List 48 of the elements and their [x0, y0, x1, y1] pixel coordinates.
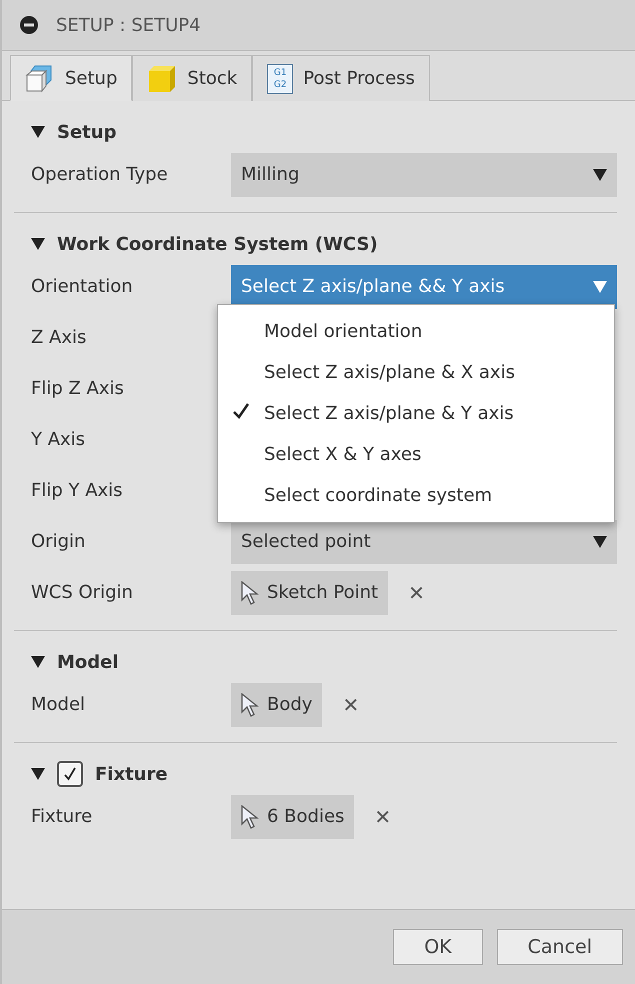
tab[interactable]: Stock — [132, 55, 252, 101]
collapse-icon[interactable] — [20, 16, 38, 34]
section-title: Work Coordinate System (WCS) — [57, 234, 378, 254]
close-icon[interactable]: ✕ — [342, 692, 360, 716]
gcode-icon: G1 G2 — [267, 64, 294, 94]
cursor-icon — [241, 804, 259, 828]
selection-field[interactable]: Sketch Point — [231, 570, 388, 614]
menu-item[interactable]: Select X & Y axes — [218, 434, 614, 475]
field-label: Flip Z Axis — [31, 378, 125, 399]
close-icon[interactable]: ✕ — [408, 580, 425, 604]
checkbox[interactable] — [57, 761, 83, 787]
dropdown[interactable]: Milling — [231, 152, 617, 196]
section-title: Fixture — [95, 764, 168, 784]
dropdown[interactable]: Select Z axis/plane && Y axis — [231, 264, 617, 308]
field-label: Flip Y Axis — [31, 480, 124, 501]
field-label: Z Axis — [31, 327, 88, 348]
menu-item[interactable]: Select Z axis/plane & Y axis — [218, 393, 614, 434]
section-title: Setup — [57, 122, 116, 142]
collapse-triangle-icon[interactable] — [31, 768, 45, 780]
field-label: Model — [31, 694, 86, 715]
field-label: Origin — [31, 531, 86, 552]
dropdown[interactable]: Selected point — [231, 520, 617, 564]
collapse-triangle-icon[interactable] — [31, 238, 45, 250]
field-label: Y Axis — [31, 429, 86, 450]
ok-button[interactable]: OK — [393, 929, 483, 965]
cancel-button[interactable]: Cancel — [496, 929, 623, 965]
tab[interactable]: Setup — [10, 55, 132, 101]
field-label: Fixture — [31, 806, 94, 827]
checkmark-icon — [63, 767, 77, 781]
close-icon[interactable]: ✕ — [374, 804, 392, 828]
collapse-triangle-icon[interactable] — [31, 126, 45, 138]
selection-field[interactable]: Body — [231, 682, 322, 726]
menu-item[interactable]: Model orientation — [218, 311, 614, 352]
cursor-icon — [241, 692, 259, 716]
window-title: SETUP : SETUP4 — [56, 14, 201, 36]
tab[interactable]: G1 G2 Post Process — [252, 55, 430, 101]
cube-icon — [147, 64, 178, 94]
selection-field[interactable]: 6 Bodies — [231, 794, 354, 838]
dropdown-arrow-icon[interactable] — [593, 168, 607, 180]
section-title: Model — [57, 652, 119, 672]
dropdown-arrow-icon[interactable] — [593, 536, 607, 548]
collapse-triangle-icon[interactable] — [31, 656, 45, 668]
cursor-icon — [241, 580, 259, 604]
menu-item[interactable]: Select coordinate system — [218, 475, 614, 516]
field-label: Orientation — [31, 276, 134, 297]
field-label: Operation Type — [31, 164, 169, 185]
field-label: WCS Origin — [31, 582, 134, 603]
menu-item[interactable]: Select Z axis/plane & X axis — [218, 352, 614, 393]
